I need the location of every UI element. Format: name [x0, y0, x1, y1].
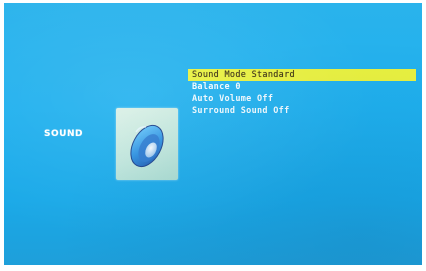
menu-category-label: SOUND	[44, 129, 83, 139]
menu-item-label: Sound Mode Standard	[192, 70, 295, 80]
menu-item-label: Balance 0	[192, 82, 241, 92]
sound-menu-list: Sound Mode Standard Balance 0 Auto Volum…	[188, 69, 416, 117]
menu-item-label: Auto Volume Off	[192, 94, 274, 104]
menu-item-label: Surround Sound Off	[192, 106, 290, 116]
category-icon-tile	[116, 108, 178, 180]
speaker-icon	[130, 124, 164, 168]
tv-photo-frame: SOUND Sound Mode Standard Balance 0 Auto…	[0, 0, 426, 271]
menu-item-sound-mode[interactable]: Sound Mode Standard	[188, 69, 416, 81]
tv-screen: SOUND Sound Mode Standard Balance 0 Auto…	[4, 3, 422, 265]
menu-item-auto-volume[interactable]: Auto Volume Off	[188, 93, 416, 105]
menu-item-balance[interactable]: Balance 0	[188, 81, 416, 93]
menu-item-surround-sound[interactable]: Surround Sound Off	[188, 105, 416, 117]
